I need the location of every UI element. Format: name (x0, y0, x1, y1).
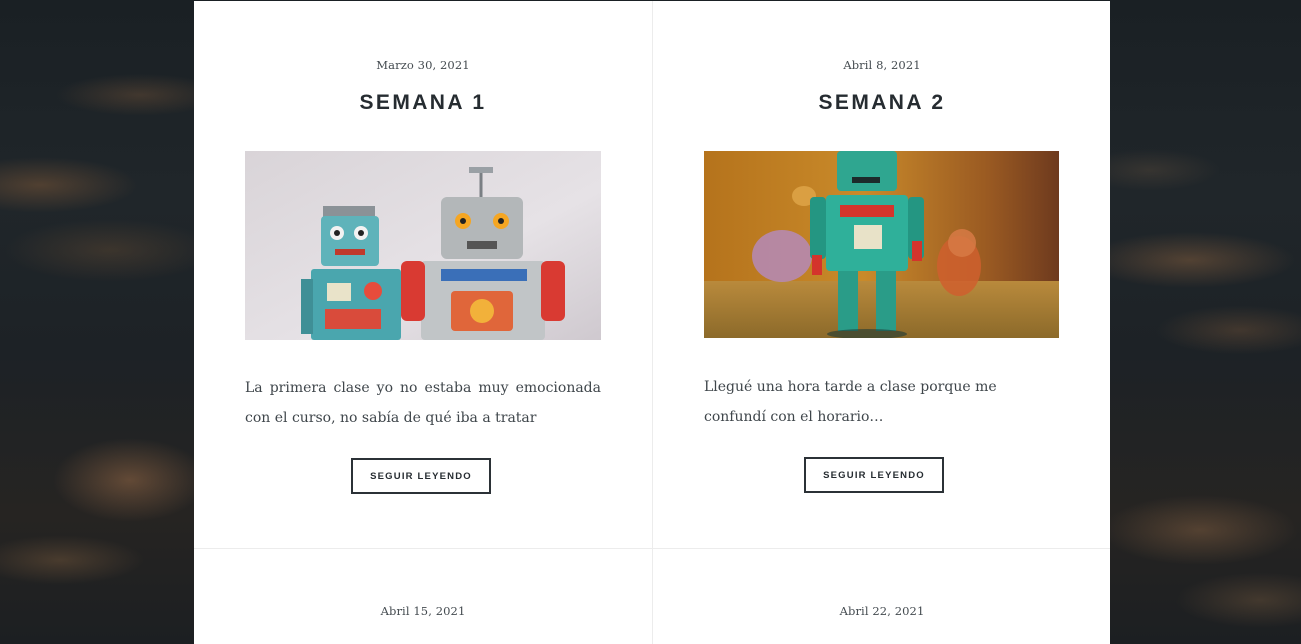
post-date: Marzo 30, 2021 (376, 58, 470, 72)
post-card-abril-15: Abril 15, 2021 (194, 549, 652, 644)
post-featured-image[interactable] (704, 151, 1059, 338)
post-card-semana-2: Abril 8, 2021 SEMANA 2 Llegué una hora t… (653, 1, 1111, 548)
blog-posts-grid: Marzo 30, 2021 SEMANA 1 La primera clase… (194, 1, 1110, 644)
read-more-button[interactable]: SEGUIR LEYENDO (351, 458, 491, 494)
post-card-abril-22: Abril 22, 2021 (653, 549, 1111, 644)
robot-toys-photo (245, 151, 601, 340)
post-title-link[interactable]: SEMANA 1 (194, 91, 652, 115)
post-date: Abril 22, 2021 (839, 604, 925, 618)
post-excerpt: Llegué una hora tarde a clase porque me … (704, 379, 997, 425)
read-more-button[interactable]: SEGUIR LEYENDO (804, 457, 944, 493)
post-featured-image[interactable] (245, 151, 601, 340)
post-card-semana-1: Marzo 30, 2021 SEMANA 1 La primera clase… (194, 1, 652, 548)
post-excerpt: La primera clase yo no estaba muy emocio… (245, 380, 601, 426)
post-date: Abril 15, 2021 (380, 604, 466, 618)
post-date: Abril 8, 2021 (843, 58, 921, 72)
green-robot-toy-photo (704, 151, 1059, 338)
post-title-link[interactable]: SEMANA 2 (653, 91, 1111, 115)
